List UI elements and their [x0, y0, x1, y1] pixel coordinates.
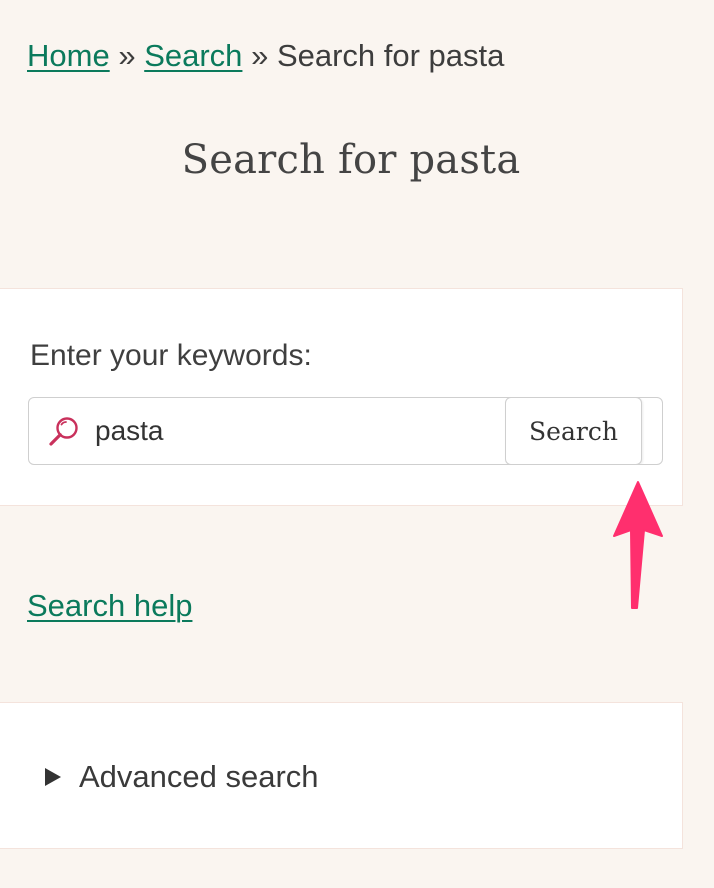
search-input[interactable]: [93, 398, 503, 464]
advanced-search-label: Advanced search: [79, 759, 319, 794]
breadcrumb-separator: »: [118, 38, 136, 73]
advanced-search-toggle[interactable]: Advanced search: [45, 756, 319, 798]
breadcrumb-separator: »: [251, 38, 269, 73]
disclosure-triangle-icon: [45, 768, 61, 786]
page-title: Search for pasta: [181, 137, 521, 183]
search-magnifier-icon: [49, 417, 78, 446]
keywords-label: Enter your keywords:: [30, 339, 312, 372]
search-form-panel: Enter your keywords: Search: [0, 288, 683, 506]
search-box: Search: [28, 397, 663, 465]
arrow-up-icon: [613, 481, 663, 609]
search-help-link[interactable]: Search help: [27, 586, 192, 626]
breadcrumb-home-link[interactable]: Home: [27, 38, 110, 73]
advanced-search-panel: Advanced search: [0, 702, 683, 849]
breadcrumb-search-link[interactable]: Search: [144, 38, 242, 73]
breadcrumb: Home » Search » Search for pasta: [27, 36, 504, 76]
breadcrumb-current: Search for pasta: [276, 38, 505, 73]
search-button[interactable]: Search: [505, 398, 642, 464]
